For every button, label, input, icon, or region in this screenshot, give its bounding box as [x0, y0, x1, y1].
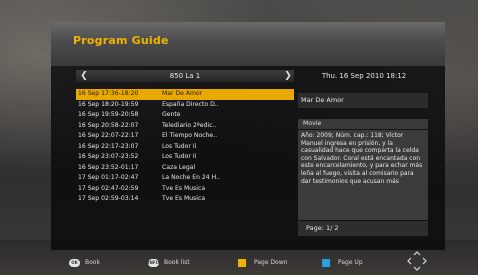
chevron-right-icon[interactable]: ❯	[282, 70, 294, 82]
event-name: Telediario 2ªedic..	[162, 121, 217, 129]
book-label: Book	[85, 259, 100, 266]
event-name: Tve Es Musica	[162, 195, 206, 202]
yellow-key-icon	[238, 258, 246, 267]
info-key-icon: INFO	[148, 258, 159, 267]
dpad-nav-icon	[407, 251, 427, 271]
page-up-help[interactable]: Page Up	[322, 258, 363, 267]
event-row[interactable]: 16 Sep 22:17-23:07 Los Tudor Ii	[76, 142, 294, 153]
page-title: Program Guide	[73, 34, 169, 47]
book-list-help[interactable]: INFO Book list	[148, 258, 190, 267]
event-time: 16 Sep 23:52-01:17	[78, 163, 139, 171]
event-row[interactable]: 16 Sep 22:07-22:17 El Tiempo Noche..	[76, 131, 294, 142]
current-datetime: Thu. 16 Sep 2010 18:12	[321, 72, 407, 80]
event-row[interactable]: 16 Sep 19:59-20:58 Gente	[76, 110, 294, 121]
event-name: La Noche En 24 H..	[162, 174, 220, 181]
blue-key-icon	[322, 258, 330, 267]
page-down-label: Page Down	[254, 259, 288, 266]
event-row[interactable]: 16 Sep 18:20-19:59 España Directo D..	[76, 100, 294, 111]
book-list-label: Book list	[164, 259, 190, 266]
event-name: Caza Legal	[162, 163, 196, 171]
event-row[interactable]: 16 Sep 20:58-22:07 Telediario 2ªedic..	[76, 121, 294, 132]
event-name: El Tiempo Noche..	[162, 132, 218, 139]
event-time: 16 Sep 23:07-23:52	[78, 153, 139, 160]
event-time: 16 Sep 19:59-20:58	[78, 111, 139, 118]
event-row[interactable]: 17 Sep 01:17-02:47 La Noche En 24 H..	[76, 173, 294, 184]
event-time: 17 Sep 02:59-03:14	[78, 195, 139, 202]
event-name: Gente	[162, 111, 181, 118]
ok-key-icon: OK	[69, 258, 80, 267]
event-row[interactable]: 16 Sep 17:36-18:20 Mar De Amor	[76, 89, 294, 100]
event-name: España Directo D..	[162, 100, 219, 108]
event-row[interactable]: 16 Sep 23:52-01:17 Caza Legal	[76, 163, 294, 174]
event-time: 17 Sep 02:47-02:59	[78, 184, 139, 192]
page-up-label: Page Up	[338, 259, 363, 266]
event-time: 16 Sep 22:07-22:17	[78, 132, 139, 139]
event-list: 16 Sep 17:36-18:20 Mar De Amor 16 Sep 18:2…	[76, 89, 294, 205]
event-time: 16 Sep 22:17-23:07	[78, 142, 139, 150]
book-help[interactable]: OK Book	[69, 258, 100, 267]
page-down-help[interactable]: Page Down	[238, 258, 287, 267]
event-name: Tve Es Musica	[162, 184, 206, 192]
event-name: Mar De Amor	[162, 90, 203, 97]
page-indicator: Page: 1/ 2	[298, 221, 428, 236]
event-row[interactable]: 17 Sep 02:47-02:59 Tve Es Musica	[76, 184, 294, 195]
event-time: 17 Sep 01:17-02:47	[78, 174, 139, 181]
event-name: Los Tudor Ii	[162, 142, 197, 150]
event-title: Mar De Amor	[298, 93, 428, 108]
event-name: Los Tudor Ii	[162, 153, 197, 160]
event-time: 16 Sep 17:36-18:20	[78, 90, 139, 97]
event-row[interactable]: 16 Sep 23:07-23:52 Los Tudor Ii	[76, 152, 294, 163]
event-time: 16 Sep 18:20-19:59	[78, 100, 139, 108]
channel-name: 850 La 1	[169, 72, 201, 80]
event-description: Año: 2009; Núm. cap.: 118; Víctor Manuel…	[298, 130, 428, 220]
event-time: 16 Sep 20:58-22:07	[78, 121, 139, 129]
event-genre: Movie	[298, 119, 428, 129]
event-row[interactable]: 17 Sep 02:59-03:14 Tve Es Musica	[76, 194, 294, 205]
